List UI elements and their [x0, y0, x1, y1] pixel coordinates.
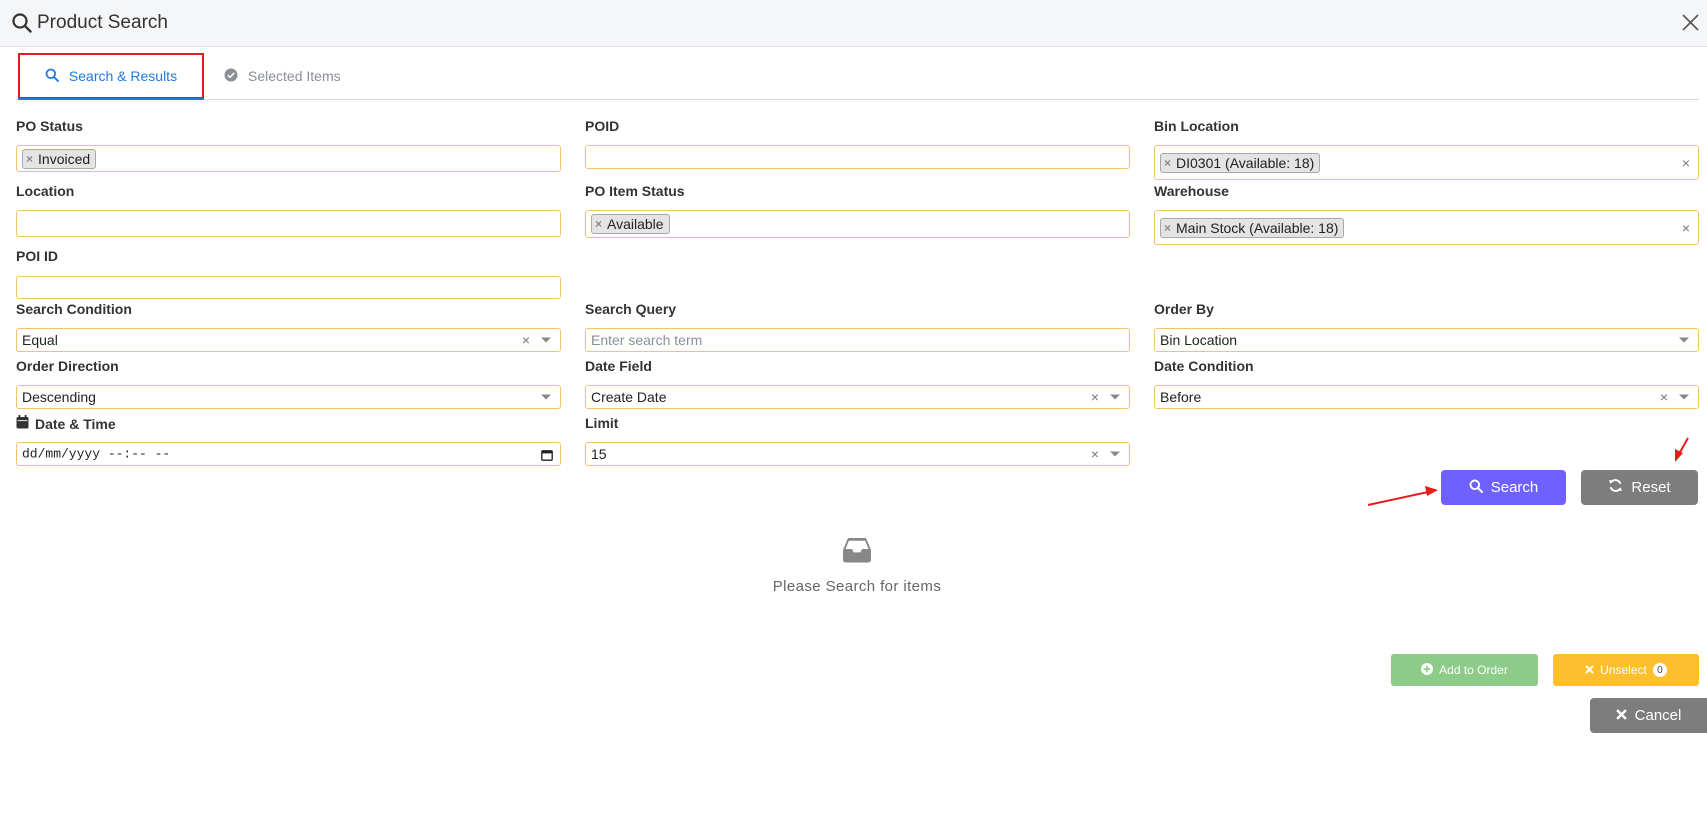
tab-label: Selected Items [248, 68, 341, 84]
calendar-icon [16, 415, 29, 432]
location-input[interactable] [16, 210, 561, 237]
poi-id-input[interactable] [16, 276, 561, 299]
poid-field[interactable] [586, 146, 1129, 168]
clear-icon[interactable]: × [1682, 156, 1690, 170]
chevron-down-icon[interactable] [541, 337, 551, 343]
x-icon [1585, 663, 1594, 677]
remove-tag-icon[interactable]: × [595, 218, 602, 230]
calendar-picker-icon[interactable] [541, 448, 553, 464]
check-circle-icon [224, 68, 238, 85]
bin-location-select[interactable]: × DI0301 (Available: 18) × [1154, 145, 1699, 180]
warehouse-label: Warehouse [1154, 183, 1229, 199]
po-item-status-tag: × Available [591, 214, 670, 234]
order-direction-label: Order Direction [16, 358, 119, 374]
remove-tag-icon[interactable]: × [1164, 222, 1171, 234]
clear-icon[interactable]: × [1091, 447, 1099, 461]
tab-bar: Search & Results Selected Items [16, 53, 1699, 100]
poid-input[interactable] [585, 145, 1130, 169]
bin-location-label: Bin Location [1154, 118, 1239, 134]
refresh-icon [1608, 478, 1623, 497]
tab-label: Search & Results [68, 68, 178, 84]
cancel-button[interactable]: Cancel [1590, 698, 1707, 733]
modal-title: Product Search [37, 12, 168, 33]
po-item-status-label: PO Item Status [585, 183, 685, 199]
x-icon [1615, 707, 1627, 724]
search-query-box[interactable] [585, 328, 1130, 352]
po-status-label: PO Status [16, 118, 83, 134]
poid-label: POID [585, 118, 620, 134]
poi-id-field[interactable] [17, 277, 560, 298]
po-status-select[interactable]: × Invoiced [16, 145, 561, 172]
selected-count-badge: 0 [1652, 663, 1667, 677]
chevron-down-icon[interactable] [541, 394, 551, 400]
close-icon[interactable] [1682, 14, 1699, 36]
tab-selected-items[interactable]: Selected Items [224, 53, 341, 99]
date-time-label: Date & Time [16, 415, 116, 432]
empty-state-message: Please Search for items [772, 578, 942, 595]
modal-header: Product Search [0, 0, 1707, 47]
date-condition-label: Date Condition [1154, 358, 1254, 374]
location-label: Location [16, 183, 75, 199]
poi-id-label: POI ID [16, 248, 59, 264]
annotation-arrow-reset [1675, 437, 1689, 462]
search-query-label: Search Query [585, 301, 677, 317]
date-field-select[interactable]: Create Date × [585, 385, 1130, 409]
plus-circle-icon [1421, 662, 1434, 678]
search-condition-select[interactable]: Equal × [16, 328, 561, 352]
chevron-down-icon[interactable] [1110, 394, 1120, 400]
reset-button[interactable]: Reset [1581, 470, 1698, 505]
unselect-button[interactable]: Unselect 0 [1553, 654, 1699, 686]
annotation-arrow-search [1367, 486, 1438, 506]
search-icon [12, 13, 32, 38]
remove-tag-icon[interactable]: × [26, 153, 33, 165]
remove-tag-icon[interactable]: × [1164, 157, 1171, 169]
po-item-status-select[interactable]: × Available [585, 210, 1130, 238]
search-icon [1469, 479, 1483, 497]
clear-icon[interactable]: × [522, 333, 530, 347]
chevron-down-icon[interactable] [1679, 337, 1689, 343]
limit-select[interactable]: 15 × [585, 442, 1130, 466]
chevron-down-icon[interactable] [1679, 394, 1689, 400]
inbox-icon [842, 537, 872, 568]
search-condition-label: Search Condition [16, 301, 132, 317]
clear-icon[interactable]: × [1660, 390, 1668, 404]
po-status-tag: × Invoiced [22, 148, 97, 169]
date-time-input[interactable]: dd/mm/yyyy --:-- -- [16, 442, 561, 466]
clear-icon[interactable]: × [1091, 390, 1099, 404]
clear-icon[interactable]: × [1682, 221, 1690, 235]
order-direction-select[interactable]: Descending [16, 385, 561, 409]
date-field-label: Date Field [585, 358, 652, 374]
add-to-order-button[interactable]: Add to Order [1391, 654, 1538, 686]
chevron-down-icon[interactable] [1110, 451, 1120, 457]
order-by-select[interactable]: Bin Location [1154, 328, 1699, 352]
warehouse-tag: × Main Stock (Available: 18) [1160, 217, 1345, 238]
limit-label: Limit [585, 415, 619, 431]
date-condition-select[interactable]: Before × [1154, 385, 1699, 409]
location-field[interactable] [17, 211, 560, 236]
order-by-label: Order By [1154, 301, 1214, 317]
warehouse-select[interactable]: × Main Stock (Available: 18) × [1154, 210, 1699, 245]
search-query-input[interactable] [586, 329, 1129, 351]
search-button[interactable]: Search [1441, 470, 1566, 505]
tab-search-results[interactable]: Search & Results [18, 53, 204, 100]
search-icon [45, 68, 59, 85]
bin-location-tag: × DI0301 (Available: 18) [1160, 152, 1321, 173]
